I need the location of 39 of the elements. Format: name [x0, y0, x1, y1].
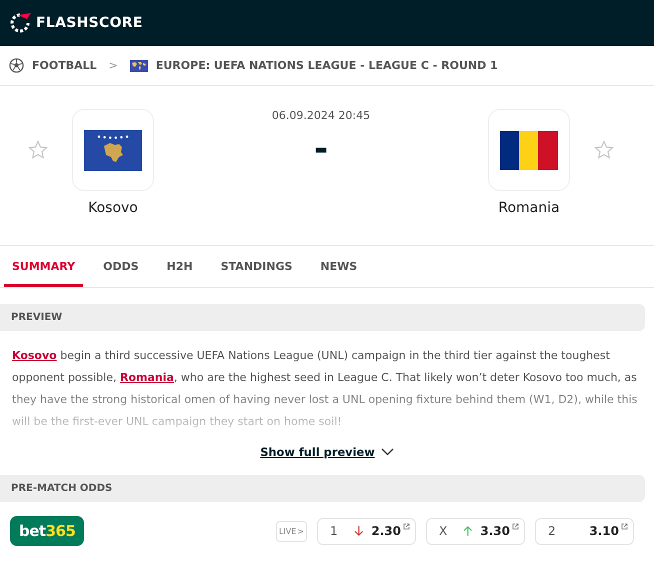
- match-datetime: 06.09.2024 20:45: [272, 109, 370, 122]
- football-icon: [9, 58, 24, 73]
- star-icon[interactable]: [594, 140, 614, 160]
- preview-paragraph: Kosovo begin a third successive UEFA Nations League (UNL) campaign in the third tier against the toughest opponent possible, Romania, who are the highest seed in League C. That likely won’t deter Kosovo too much, as they have the strong historical omen of having never lost a UNL opening fixture behind them (W1, D2), while this will be the first-ever UNL campaign they start on home soil!: [12, 348, 638, 430]
- breadcrumb-separator: >: [108, 59, 118, 72]
- breadcrumb-link[interactable]: FOOTBALL: [32, 59, 97, 72]
- flag-icon: [500, 130, 558, 170]
- logo-text[interactable]: FLASHSCORE: [36, 15, 143, 31]
- team-logo-card[interactable]: [72, 109, 154, 191]
- odds-button[interactable]: 1 2.30: [317, 518, 416, 544]
- team-name[interactable]: Romania: [498, 200, 560, 216]
- team-name[interactable]: Kosovo: [88, 200, 138, 216]
- tab[interactable]: STANDINGS: [212, 249, 300, 287]
- show-more-link[interactable]: Show full preview: [260, 445, 394, 459]
- team-link[interactable]: Romania: [120, 371, 174, 384]
- odds-button[interactable]: X 3.30: [426, 518, 525, 544]
- tab[interactable]: ODDS: [95, 249, 147, 287]
- tab[interactable]: NEWS: [312, 249, 366, 287]
- section-title: PRE-MATCH ODDS: [11, 483, 112, 494]
- arrow-up-icon: [462, 523, 472, 539]
- breadcrumb-link[interactable]: EUROPE: UEFA NATIONS LEAGUE - LEAGUE C - ROUND 1: [156, 59, 498, 72]
- live-button[interactable]: LIVE>: [276, 520, 307, 542]
- team-link[interactable]: Kosovo: [12, 349, 57, 362]
- score: -: [314, 132, 328, 166]
- tab[interactable]: SUMMARY: [4, 249, 84, 287]
- bookmaker-logo[interactable]: bet365: [10, 516, 84, 546]
- odds-button[interactable]: 2 3.10: [535, 518, 634, 544]
- tab[interactable]: H2H: [158, 249, 201, 287]
- star-icon[interactable]: [28, 140, 48, 160]
- external-link-icon: [512, 522, 519, 530]
- section-title: PREVIEW: [11, 312, 62, 323]
- flag-icon: [84, 130, 142, 170]
- team-logo-card[interactable]: [488, 109, 570, 191]
- arrow-down-icon: [354, 523, 364, 539]
- logo-icon: [9, 12, 31, 34]
- chevron-down-icon: [380, 448, 394, 456]
- external-link-icon: [403, 522, 410, 530]
- world-map-flag-icon: [130, 60, 148, 72]
- external-link-icon: [621, 522, 628, 530]
